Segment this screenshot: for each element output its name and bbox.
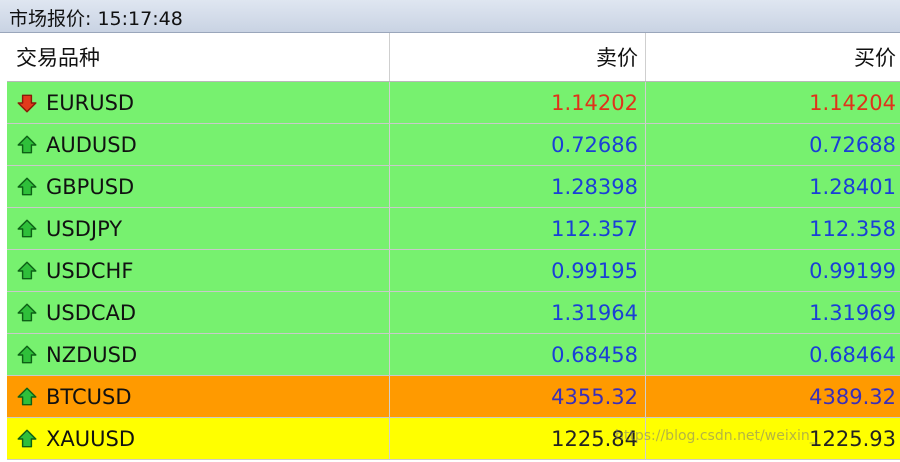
table-row[interactable]: EURUSD 1.14202 1.14204 [7, 82, 900, 124]
window-titlebar[interactable]: 市场报价: 15:17:48 [0, 0, 900, 33]
table-row[interactable]: NZDUSD 0.68458 0.68464 [7, 334, 900, 376]
symbol-cell[interactable]: XAUUSD [7, 418, 390, 459]
symbol-label: USDCAD [46, 300, 137, 325]
ask-price-cell: 112.358 [809, 216, 896, 241]
window-title-time: 15:17:48 [97, 8, 183, 30]
bid-price-cell: 1.31964 [390, 292, 646, 333]
bid-price-cell: 1.14202 [390, 82, 646, 123]
table-row[interactable]: XAUUSD 1225.84 1225.93 [7, 418, 900, 460]
ask-price-cell: 0.99199 [809, 258, 896, 283]
table-row[interactable]: GBPUSD 1.28398 1.28401 [7, 166, 900, 208]
symbol-label: USDJPY [46, 216, 123, 241]
symbol-label: USDCHF [46, 258, 134, 283]
market-watch-window: 市场报价: 15:17:48 交易品种 卖价 买价 EURUSD 1.14202 1… [0, 0, 900, 462]
bid-price-cell: 0.68458 [390, 334, 646, 375]
symbol-cell[interactable]: USDCHF [7, 250, 390, 291]
ask-price-cell: 0.68464 [809, 342, 896, 367]
table-header-row: 交易品种 卖价 买价 [7, 33, 900, 82]
ask-price-cell: 1.14204 [809, 90, 896, 115]
ask-price-cell: 4389.32 [809, 384, 896, 409]
symbol-label: BTCUSD [46, 384, 132, 409]
bid-price-cell: 112.357 [390, 208, 646, 249]
symbol-cell[interactable]: USDCAD [7, 292, 390, 333]
column-header-symbol[interactable]: 交易品种 [7, 33, 390, 81]
symbol-label: GBPUSD [46, 174, 135, 199]
price-up-arrow-icon [17, 428, 37, 447]
price-up-arrow-icon [17, 302, 37, 321]
ask-price-cell: 1.28401 [809, 174, 896, 199]
price-up-arrow-icon [17, 260, 37, 279]
price-up-arrow-icon [17, 386, 37, 405]
bid-price-cell: 0.72686 [390, 124, 646, 165]
quotes-table: 交易品种 卖价 买价 EURUSD 1.14202 1.14204 AUDUSD 0.7… [7, 33, 900, 460]
quote-rows: EURUSD 1.14202 1.14204 AUDUSD 0.72686 0.72688… [7, 82, 900, 460]
symbol-label: NZDUSD [46, 342, 138, 367]
column-header-ask[interactable]: 买价 [646, 33, 900, 81]
symbol-label: XAUUSD [46, 426, 135, 451]
symbol-cell[interactable]: GBPUSD [7, 166, 390, 207]
symbol-cell[interactable]: BTCUSD [7, 376, 390, 417]
symbol-cell[interactable]: USDJPY [7, 208, 390, 249]
symbol-cell[interactable]: NZDUSD [7, 334, 390, 375]
table-row[interactable]: BTCUSD 4355.32 4389.32 [7, 376, 900, 418]
price-down-arrow-icon [17, 94, 37, 113]
price-up-arrow-icon [17, 218, 37, 237]
bid-price-cell: 4355.32 [390, 376, 646, 417]
table-row[interactable]: AUDUSD 0.72686 0.72688 [7, 124, 900, 166]
column-header-bid[interactable]: 卖价 [390, 33, 646, 81]
price-up-arrow-icon [17, 176, 37, 195]
symbol-cell[interactable]: EURUSD [7, 82, 390, 123]
table-row[interactable]: USDCHF 0.99195 0.99199 [7, 250, 900, 292]
ask-price-cell: 1225.93 [809, 426, 896, 451]
bid-price-cell: 1225.84 [390, 418, 646, 459]
symbol-cell[interactable]: AUDUSD [7, 124, 390, 165]
symbol-label: EURUSD [46, 90, 135, 115]
table-row[interactable]: USDCAD 1.31964 1.31969 [7, 292, 900, 334]
ask-price-cell: 0.72688 [809, 132, 896, 157]
ask-price-cell: 1.31969 [809, 300, 896, 325]
symbol-label: AUDUSD [46, 132, 137, 157]
bid-price-cell: 1.28398 [390, 166, 646, 207]
price-up-arrow-icon [17, 344, 37, 363]
price-up-arrow-icon [17, 134, 37, 153]
table-row[interactable]: USDJPY 112.357 112.358 [7, 208, 900, 250]
window-title-label: 市场报价: [9, 8, 92, 30]
bid-price-cell: 0.99195 [390, 250, 646, 291]
